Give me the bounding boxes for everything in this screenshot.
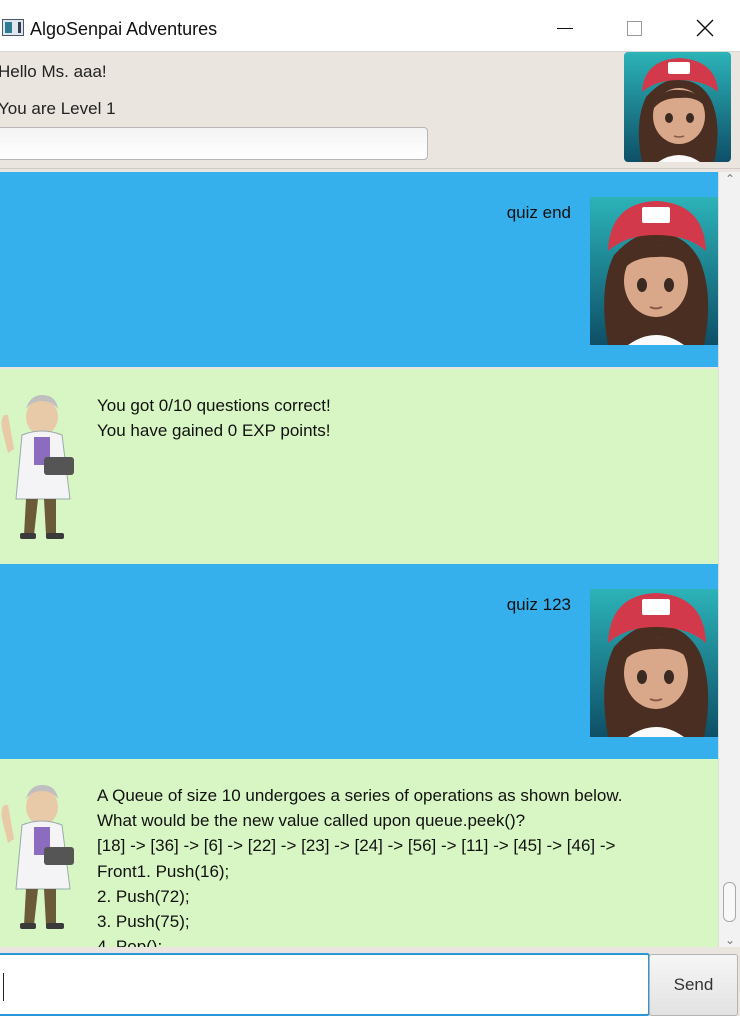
professor-avatar xyxy=(1,785,74,929)
user-message: quiz 123 xyxy=(0,564,718,759)
window-title: AlgoSenpai Adventures xyxy=(30,19,218,39)
exp-progress-bar xyxy=(0,127,428,160)
maximize-button[interactable] xyxy=(609,8,659,48)
user-message: quiz end xyxy=(0,172,718,367)
bot-message: You got 0/10 questions correct! You have… xyxy=(0,369,718,564)
minimize-button[interactable] xyxy=(540,8,590,48)
chevron-down-icon[interactable]: ⌄ xyxy=(722,933,738,947)
level-text: You are Level 1 xyxy=(0,99,116,118)
minimize-icon xyxy=(557,27,573,29)
message-text: quiz end xyxy=(506,203,571,222)
user-avatar xyxy=(624,52,731,162)
header-panel: Hello Ms. aaa! You are Level 1 xyxy=(0,52,740,169)
title-bar: AlgoSenpai Adventures xyxy=(0,0,740,52)
message-text: quiz 123 xyxy=(506,595,571,614)
chat-scrollbar[interactable]: ⌃ ⌄ xyxy=(718,172,740,947)
message-input[interactable] xyxy=(0,953,650,1016)
text-caret xyxy=(3,973,4,1001)
user-avatar xyxy=(590,589,718,737)
send-button[interactable]: Send xyxy=(649,954,738,1016)
close-button[interactable] xyxy=(680,8,730,48)
bot-message: A Queue of size 10 undergoes a series of… xyxy=(0,759,718,947)
chat-log[interactable]: quiz end You got 0/10 questions correct!… xyxy=(0,172,718,947)
close-icon xyxy=(696,19,714,37)
professor-avatar xyxy=(1,395,74,539)
greeting-text: Hello Ms. aaa! xyxy=(0,62,107,81)
message-text: A Queue of size 10 undergoes a series of… xyxy=(97,786,623,947)
message-text: You got 0/10 questions correct! You have… xyxy=(97,396,331,441)
maximize-icon xyxy=(626,20,642,36)
scrollbar-thumb[interactable] xyxy=(723,882,736,922)
app-icon xyxy=(2,19,24,36)
user-avatar xyxy=(590,197,718,345)
input-area: Send xyxy=(0,947,740,1016)
chevron-up-icon[interactable]: ⌃ xyxy=(722,172,738,186)
